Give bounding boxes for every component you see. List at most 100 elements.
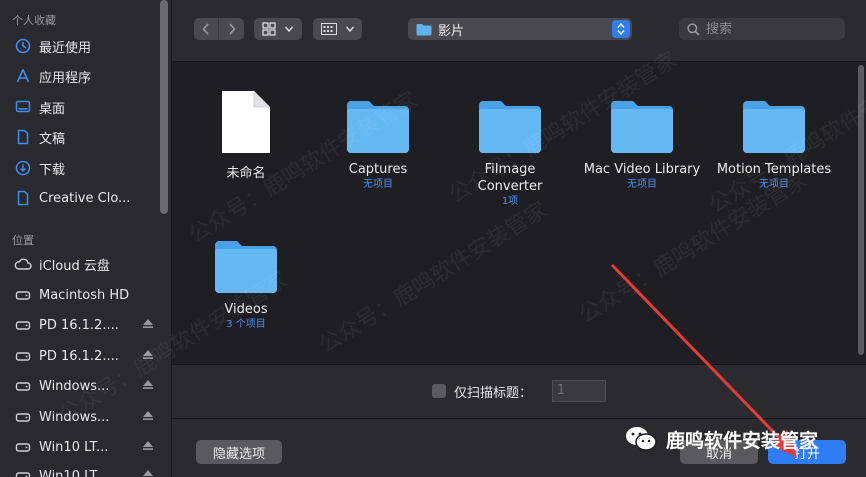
scan-title-checkbox[interactable] bbox=[432, 384, 446, 398]
search-field[interactable] bbox=[679, 18, 845, 40]
file-grid: 未命名 Captures 无项目 FiImage Converter 1项 Ma… bbox=[172, 63, 866, 363]
sidebar-item-volume[interactable]: Windows... bbox=[0, 373, 160, 399]
file-item[interactable]: Captures 无项目 bbox=[312, 97, 444, 192]
eject-icon[interactable] bbox=[142, 468, 154, 477]
drive-icon bbox=[14, 347, 32, 365]
drive-icon bbox=[14, 377, 32, 395]
sidebar-item-creative-cloud[interactable]: Creative Clo... bbox=[0, 185, 160, 211]
location-popup[interactable]: 影片 bbox=[408, 18, 632, 40]
updown-arrows-icon bbox=[612, 20, 630, 38]
sidebar-item-desktop[interactable]: 桌面 bbox=[0, 94, 160, 120]
file-subtitle: 无项目 bbox=[627, 179, 657, 190]
search-input[interactable] bbox=[706, 21, 836, 37]
hide-options-button[interactable]: 隐藏选项 bbox=[196, 440, 282, 464]
file-name: 未命名 bbox=[226, 166, 266, 181]
scan-title-label: 仅扫描标题： bbox=[454, 386, 533, 401]
file-item[interactable]: FiImage Converter 1项 bbox=[444, 97, 576, 209]
file-subtitle: 无项目 bbox=[363, 179, 393, 190]
folder-icon bbox=[611, 101, 673, 153]
drive-icon bbox=[14, 286, 32, 304]
apps-icon bbox=[14, 67, 32, 85]
sidebar-item-volume[interactable]: PD 16.1.2.... bbox=[0, 343, 160, 369]
nav-button-group bbox=[194, 18, 244, 40]
drive-icon bbox=[14, 438, 32, 456]
sidebar-item-label: Windows... bbox=[39, 378, 110, 394]
desktop-icon bbox=[14, 98, 32, 116]
sidebar-item-label: Creative Clo... bbox=[39, 190, 131, 206]
file-name: Videos bbox=[224, 302, 268, 317]
sidebar-item-label: Win10 LT... bbox=[39, 439, 109, 455]
file-subtitle: 1项 bbox=[501, 196, 519, 207]
locations-header: 位置 bbox=[12, 234, 34, 247]
clock-icon bbox=[14, 37, 32, 55]
sidebar-item-macintosh-hd[interactable]: Macintosh HD bbox=[0, 282, 160, 308]
options-bar: 仅扫描标题： 1 bbox=[172, 364, 866, 418]
sidebar-item-label: Windows... bbox=[39, 409, 110, 425]
drive-icon bbox=[14, 408, 32, 426]
file-grid-scrollbar[interactable] bbox=[858, 65, 864, 355]
toolbar: 影片 bbox=[172, 0, 866, 62]
favorites-header: 个人收藏 bbox=[12, 14, 56, 27]
sidebar-item-label: 最近使用 bbox=[39, 40, 92, 56]
file-item[interactable]: Mac Video Library 无项目 bbox=[576, 97, 708, 192]
file-item[interactable]: 未命名 bbox=[180, 89, 312, 182]
group-grid-icon bbox=[320, 23, 337, 35]
document-icon bbox=[222, 91, 270, 153]
sidebar-item-volume[interactable]: PD 16.1.2.... bbox=[0, 312, 160, 338]
sidebar-scrollbar[interactable] bbox=[160, 0, 168, 214]
eject-icon[interactable] bbox=[142, 348, 154, 364]
download-icon bbox=[14, 159, 32, 177]
forward-button[interactable] bbox=[219, 18, 244, 40]
eject-icon[interactable] bbox=[142, 439, 154, 455]
search-icon bbox=[687, 22, 700, 36]
cloud-icon bbox=[14, 255, 32, 273]
document-icon bbox=[14, 189, 32, 207]
file-subtitle: 无项目 bbox=[759, 179, 789, 190]
sidebar-item-label: PD 16.1.2.... bbox=[39, 348, 119, 364]
chevron-left-icon bbox=[202, 23, 209, 35]
back-button[interactable] bbox=[194, 18, 219, 40]
sidebar-item-downloads[interactable]: 下载 bbox=[0, 155, 160, 181]
folder-icon bbox=[416, 23, 432, 35]
sidebar-item-documents[interactable]: 文稿 bbox=[0, 124, 160, 150]
eject-icon[interactable] bbox=[142, 317, 154, 333]
chevron-down-icon bbox=[284, 26, 294, 33]
chevron-down-icon bbox=[345, 26, 354, 33]
sidebar-item-volume[interactable]: Win10 LT... bbox=[0, 434, 160, 460]
scan-title-field[interactable]: 1 bbox=[552, 380, 606, 402]
file-item[interactable]: Videos 3 个项目 bbox=[180, 237, 312, 332]
sidebar-item-label: Macintosh HD bbox=[39, 287, 130, 303]
file-subtitle: 3 个项目 bbox=[226, 319, 266, 330]
location-label: 影片 bbox=[438, 23, 465, 39]
sidebar-item-recents[interactable]: 最近使用 bbox=[0, 33, 160, 59]
sidebar-item-volume[interactable]: Win10 LT... bbox=[0, 463, 160, 477]
sidebar: 个人收藏 最近使用 应用程序 桌面 文稿 下载 Creative Clo... bbox=[0, 0, 172, 477]
sidebar-item-applications[interactable]: 应用程序 bbox=[0, 63, 160, 89]
eject-icon[interactable] bbox=[142, 378, 154, 394]
sidebar-item-label: 下载 bbox=[39, 162, 66, 178]
wechat-icon bbox=[626, 427, 657, 451]
folder-icon bbox=[347, 101, 409, 153]
brand-name: 鹿鸣软件安装管家 bbox=[666, 429, 819, 452]
drive-icon bbox=[14, 467, 32, 477]
eject-icon[interactable] bbox=[142, 409, 154, 425]
chevron-right-icon bbox=[228, 23, 236, 35]
sidebar-item-label: Win10 LT... bbox=[39, 468, 109, 477]
file-name: Motion Templates bbox=[716, 162, 832, 177]
group-by-button[interactable] bbox=[313, 18, 362, 40]
sidebar-item-label: PD 16.1.2.... bbox=[39, 317, 119, 333]
drive-icon bbox=[14, 316, 32, 334]
sidebar-item-label: iCloud 云盘 bbox=[39, 258, 110, 274]
icon-grid-icon bbox=[262, 22, 276, 36]
folder-icon bbox=[743, 101, 805, 153]
sidebar-item-label: 文稿 bbox=[39, 131, 66, 147]
file-item[interactable]: Motion Templates 无项目 bbox=[708, 97, 840, 192]
sidebar-item-label: 桌面 bbox=[39, 101, 66, 117]
brand-badge: 鹿鸣软件安装管家 bbox=[624, 425, 818, 453]
document-icon bbox=[14, 128, 32, 146]
sidebar-item-icloud[interactable]: iCloud 云盘 bbox=[0, 251, 160, 277]
sidebar-item-volume[interactable]: Windows... bbox=[0, 404, 160, 430]
file-name: Mac Video Library bbox=[583, 162, 701, 177]
view-mode-button[interactable] bbox=[254, 18, 302, 40]
file-name: FiImage Converter bbox=[477, 162, 543, 194]
